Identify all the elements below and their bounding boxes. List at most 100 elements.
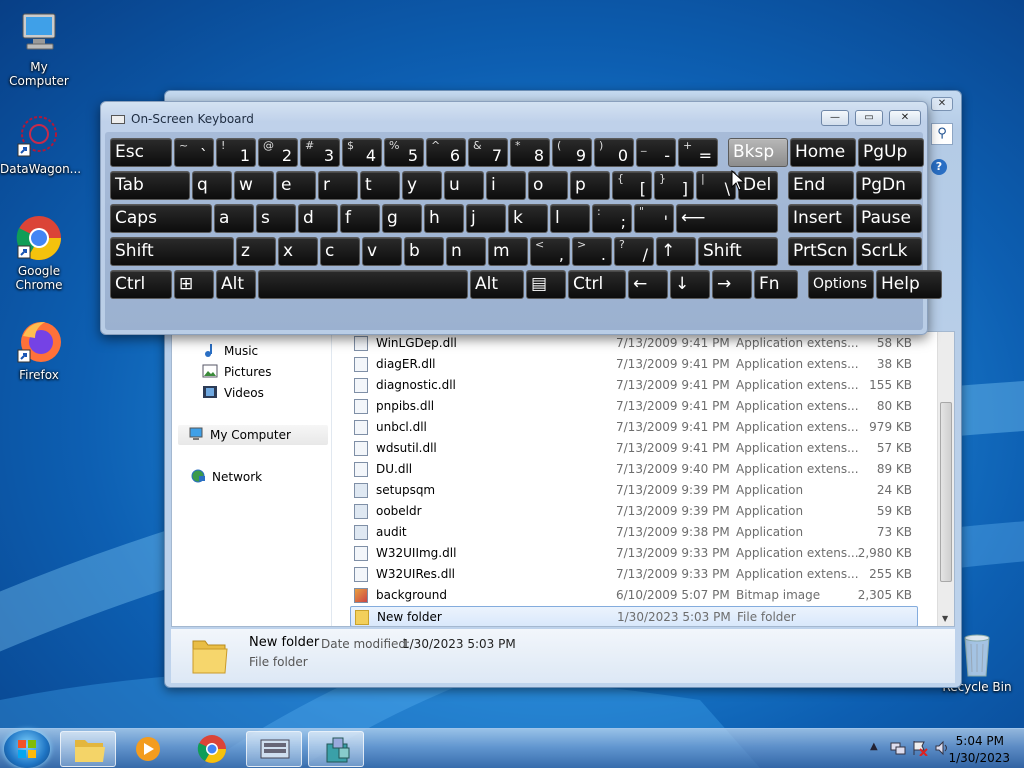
desktop-icon-my-computer[interactable]: My Computer [0, 10, 78, 88]
key-pause[interactable]: Pause [856, 204, 922, 233]
key-v[interactable]: v [362, 237, 402, 266]
file-row[interactable]: W32UIRes.dll 7/13/2009 9:33 PM Application… [350, 564, 918, 585]
key-k[interactable]: k [508, 204, 548, 233]
key-c[interactable]: c [320, 237, 360, 266]
taskbar-on-screen-keyboard[interactable] [246, 731, 302, 767]
key-home[interactable]: Home [790, 138, 856, 167]
key-symbol[interactable]: ↑ [656, 237, 696, 266]
nav-item-music[interactable]: Music [202, 341, 258, 361]
file-row[interactable]: audit 7/13/2009 9:38 PM Application 73 KB [350, 522, 918, 543]
nav-item-my-computer[interactable]: My Computer [178, 425, 328, 445]
key-t[interactable]: t [360, 171, 400, 200]
file-row[interactable]: background 6/10/2009 5:07 PM Bitmap image 2… [350, 585, 918, 606]
key-caps[interactable]: Caps [110, 204, 212, 233]
key-symbol[interactable]: <, [530, 237, 570, 266]
key-e[interactable]: e [276, 171, 316, 200]
key-symbol[interactable]: " ' [634, 204, 674, 233]
key-z[interactable]: z [236, 237, 276, 266]
clock-time[interactable]: 5:04 PM [956, 734, 1004, 748]
key-options[interactable]: Options [808, 270, 874, 299]
file-row[interactable]: W32UIImg.dll 7/13/2009 9:33 PM Application… [350, 543, 918, 564]
scroll-down-icon[interactable]: ▼ [942, 614, 948, 623]
file-row[interactable]: setupsqm 7/13/2009 9:39 PM Application 24 K… [350, 480, 918, 501]
key-f[interactable]: f [340, 204, 380, 233]
file-row[interactable]: WinLGDep.dll 7/13/2009 9:41 PM Application… [350, 333, 918, 354]
close-button[interactable]: ✕ [931, 97, 953, 111]
key-symbol[interactable]: _ - [636, 138, 676, 167]
key-h[interactable]: h [424, 204, 464, 233]
key-tab[interactable]: Tab [110, 171, 190, 200]
key-symbol[interactable]: >. [572, 237, 612, 266]
key-space[interactable] [258, 270, 468, 299]
key-4[interactable]: $4 [342, 138, 382, 167]
search-icon[interactable]: ⚲ [931, 123, 953, 145]
key-symbol[interactable]: ▤ [526, 270, 566, 299]
clock-date[interactable]: 1/30/2023 [948, 751, 1010, 765]
nav-item-pictures[interactable]: Pictures [202, 362, 272, 382]
minimize-button[interactable]: — [821, 110, 849, 126]
key-p[interactable]: p [570, 171, 610, 200]
key-s[interactable]: s [256, 204, 296, 233]
file-row[interactable]: pnpibs.dll 7/13/2009 9:41 PM Application e… [350, 396, 918, 417]
key-n[interactable]: n [446, 237, 486, 266]
key-6[interactable]: ^ 6 [426, 138, 466, 167]
nav-item-videos[interactable]: Videos [202, 383, 264, 403]
key-scrlk[interactable]: ScrLk [856, 237, 922, 266]
vertical-scrollbar[interactable]: ▼ [937, 332, 954, 626]
scrollbar-thumb[interactable] [940, 402, 952, 582]
key-bksp[interactable]: Bksp [728, 138, 788, 167]
key-end[interactable]: End [788, 171, 854, 200]
key-2[interactable]: @2 [258, 138, 298, 167]
maximize-button[interactable]: ▭ [855, 110, 883, 126]
key-alt[interactable]: Alt [470, 270, 524, 299]
file-row[interactable]: diagnostic.dll 7/13/2009 9:41 PM Applicati… [350, 375, 918, 396]
key-u[interactable]: u [444, 171, 484, 200]
key-i[interactable]: i [486, 171, 526, 200]
nav-item-network[interactable]: Network [190, 467, 262, 487]
key-symbol[interactable]: | \ [696, 171, 736, 200]
close-button[interactable]: ✕ [889, 110, 921, 126]
key-esc[interactable]: Esc [110, 138, 172, 167]
key-pgup[interactable]: PgUp [858, 138, 924, 167]
show-hidden-icons-icon[interactable]: ▲ [870, 741, 878, 752]
key-8[interactable]: * 8 [510, 138, 550, 167]
start-button[interactable] [4, 730, 50, 768]
desktop-icon-datawagon[interactable]: DataWagon... [0, 112, 81, 176]
key-symbol[interactable]: ~ ` [174, 138, 214, 167]
taskbar-windows-explorer[interactable] [60, 731, 116, 767]
file-row-selected[interactable]: New folder 1/30/2023 5:03 PM File folder [350, 606, 918, 626]
key-7[interactable]: & 7 [468, 138, 508, 167]
taskbar-media-player[interactable] [120, 731, 176, 767]
file-row[interactable]: oobeldr 7/13/2009 9:39 PM Application 59 KB [350, 501, 918, 522]
file-row[interactable]: wdsutil.dll 7/13/2009 9:41 PM Application … [350, 438, 918, 459]
key-alt[interactable]: Alt [216, 270, 256, 299]
key-b[interactable]: b [404, 237, 444, 266]
key-3[interactable]: #3 [300, 138, 340, 167]
key-ctrl[interactable]: Ctrl [568, 270, 626, 299]
key-g[interactable]: g [382, 204, 422, 233]
file-row[interactable]: DU.dll 7/13/2009 9:40 PM Application exten… [350, 459, 918, 480]
action-center-icon[interactable] [912, 740, 928, 756]
key-1[interactable]: ! 1 [216, 138, 256, 167]
key-shift[interactable]: Shift [110, 237, 234, 266]
key-a[interactable]: a [214, 204, 254, 233]
key-9[interactable]: (9 [552, 138, 592, 167]
key-symbol[interactable]: ? / [614, 237, 654, 266]
taskbar-setup[interactable] [308, 731, 364, 767]
key-shift[interactable]: Shift [698, 237, 778, 266]
key-5[interactable]: % 5 [384, 138, 424, 167]
key-insert[interactable]: Insert [788, 204, 854, 233]
key-d[interactable]: d [298, 204, 338, 233]
key-m[interactable]: m [488, 237, 528, 266]
file-row[interactable]: diagER.dll 7/13/2009 9:41 PM Application e… [350, 354, 918, 375]
key-l[interactable]: l [550, 204, 590, 233]
desktop-icon-google-chrome[interactable]: Google Chrome [0, 214, 78, 292]
key-symbol[interactable]: ⊞ [174, 270, 214, 299]
key-ctrl[interactable]: Ctrl [110, 270, 172, 299]
key-pgdn[interactable]: PgDn [856, 171, 922, 200]
network-icon[interactable] [890, 740, 906, 756]
taskbar-google-chrome[interactable] [184, 731, 240, 767]
help-button[interactable]: ? [931, 159, 947, 175]
key-o[interactable]: o [528, 171, 568, 200]
key-help[interactable]: Help [876, 270, 942, 299]
